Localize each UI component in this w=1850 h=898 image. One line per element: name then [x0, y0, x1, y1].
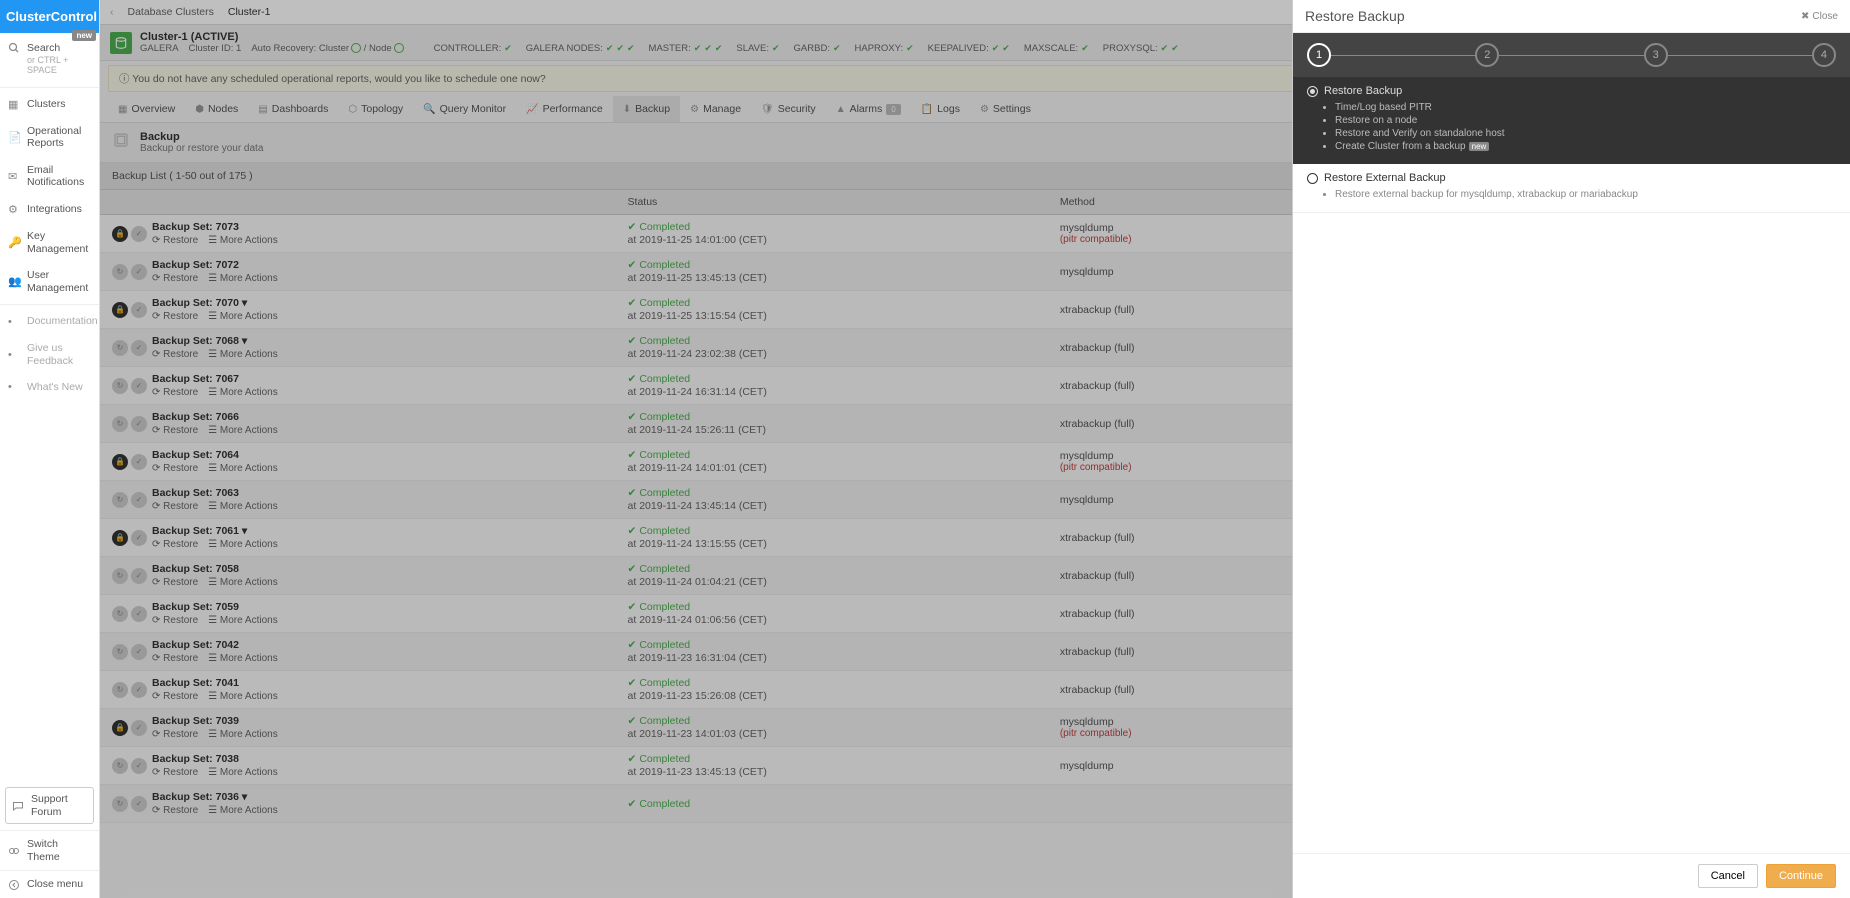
sidebar-item-label: Key Management: [27, 230, 91, 255]
wizard-steps: 1 2 3 4: [1293, 33, 1850, 77]
sidebar-item-5[interactable]: 👥 User Management: [0, 262, 99, 301]
sidebar: ClusterControl new Search or CTRL + SPAC…: [0, 0, 100, 898]
sidebar-icon: 🔑: [8, 236, 22, 249]
wizard-step-2[interactable]: 2: [1475, 43, 1499, 67]
radio-restore-backup[interactable]: [1307, 86, 1318, 97]
sidebar-icon: ⚙: [8, 203, 22, 216]
wizard-step-4[interactable]: 4: [1812, 43, 1836, 67]
sidebar-item-label: Email Notifications: [27, 164, 91, 189]
wizard-step-1[interactable]: 1: [1307, 43, 1331, 67]
sidebar-secondary-0[interactable]: • Documentation: [0, 308, 99, 335]
option-item: Time/Log based PITR: [1335, 102, 1836, 113]
sidebar-icon: 👥: [8, 275, 22, 288]
support-forum-button[interactable]: Support Forum: [5, 787, 94, 824]
close-menu-label: Close menu: [27, 878, 83, 891]
collapse-icon: [8, 879, 22, 891]
drawer-close-button[interactable]: ✖ Close: [1801, 11, 1838, 22]
sidebar-item-label: Clusters: [27, 98, 66, 111]
sidebar-item-label: User Management: [27, 269, 91, 294]
sidebar-item-label: What's New: [27, 381, 83, 394]
option-restore-external-label: Restore External Backup: [1324, 172, 1446, 184]
radio-restore-external[interactable]: [1307, 173, 1318, 184]
brand-text: ClusterControl: [6, 9, 97, 24]
sidebar-secondary-1[interactable]: • Give us Feedback: [0, 335, 99, 374]
sidebar-icon: •: [8, 381, 22, 393]
sidebar-icon: ✉: [8, 170, 22, 183]
search-hint: or CTRL + SPACE: [27, 55, 91, 75]
drawer-close-label: Close: [1812, 11, 1838, 22]
drawer-title: Restore Backup: [1305, 8, 1405, 24]
continue-button[interactable]: Continue: [1766, 864, 1836, 888]
sidebar-item-3[interactable]: ⚙ Integrations: [0, 196, 99, 223]
option-restore-external[interactable]: Restore External Backup Restore external…: [1293, 164, 1850, 213]
sidebar-item-0[interactable]: ▦ Clusters: [0, 91, 99, 118]
sidebar-icon: 📄: [8, 131, 22, 144]
sidebar-item-2[interactable]: ✉ Email Notifications: [0, 157, 99, 196]
new-badge: new: [72, 30, 96, 41]
switch-theme-label: Switch Theme: [27, 838, 91, 863]
sidebar-icon: ▦: [8, 98, 22, 111]
sidebar-item-label: Documentation: [27, 315, 98, 328]
option-item: Create Cluster from a backupnew: [1335, 141, 1836, 152]
sidebar-item-1[interactable]: 📄 Operational Reports: [0, 118, 99, 157]
sidebar-item-label: Operational Reports: [27, 125, 91, 150]
option-restore-backup[interactable]: Restore Backup Time/Log based PITR Restor…: [1293, 77, 1850, 164]
sidebar-icon: •: [8, 349, 22, 361]
switch-theme-button[interactable]: Switch Theme: [0, 830, 99, 870]
new-badge: new: [1469, 142, 1490, 151]
sidebar-item-4[interactable]: 🔑 Key Management: [0, 223, 99, 262]
close-menu-button[interactable]: Close menu: [0, 870, 99, 898]
option-item: Restore external backup for mysqldump, x…: [1335, 189, 1836, 200]
option-item: Restore on a node: [1335, 115, 1836, 126]
sidebar-item-label: Give us Feedback: [27, 342, 91, 367]
wizard-step-3[interactable]: 3: [1644, 43, 1668, 67]
search-icon: [8, 42, 22, 54]
cancel-button[interactable]: Cancel: [1698, 864, 1758, 888]
option-restore-backup-label: Restore Backup: [1324, 85, 1402, 97]
chat-icon: [12, 800, 26, 812]
theme-icon: [8, 845, 22, 857]
support-forum-label: Support Forum: [31, 793, 87, 818]
sidebar-secondary-2[interactable]: • What's New: [0, 374, 99, 401]
sidebar-icon: •: [8, 316, 22, 328]
search-label: Search: [27, 42, 91, 55]
restore-drawer: Restore Backup ✖ Close 1 2 3 4 Restore Back…: [1292, 0, 1850, 898]
sidebar-item-label: Integrations: [27, 203, 82, 216]
option-item: Restore and Verify on standalone host: [1335, 128, 1836, 139]
close-icon: ✖: [1801, 11, 1809, 22]
brand-logo: ClusterControl new: [0, 0, 99, 33]
